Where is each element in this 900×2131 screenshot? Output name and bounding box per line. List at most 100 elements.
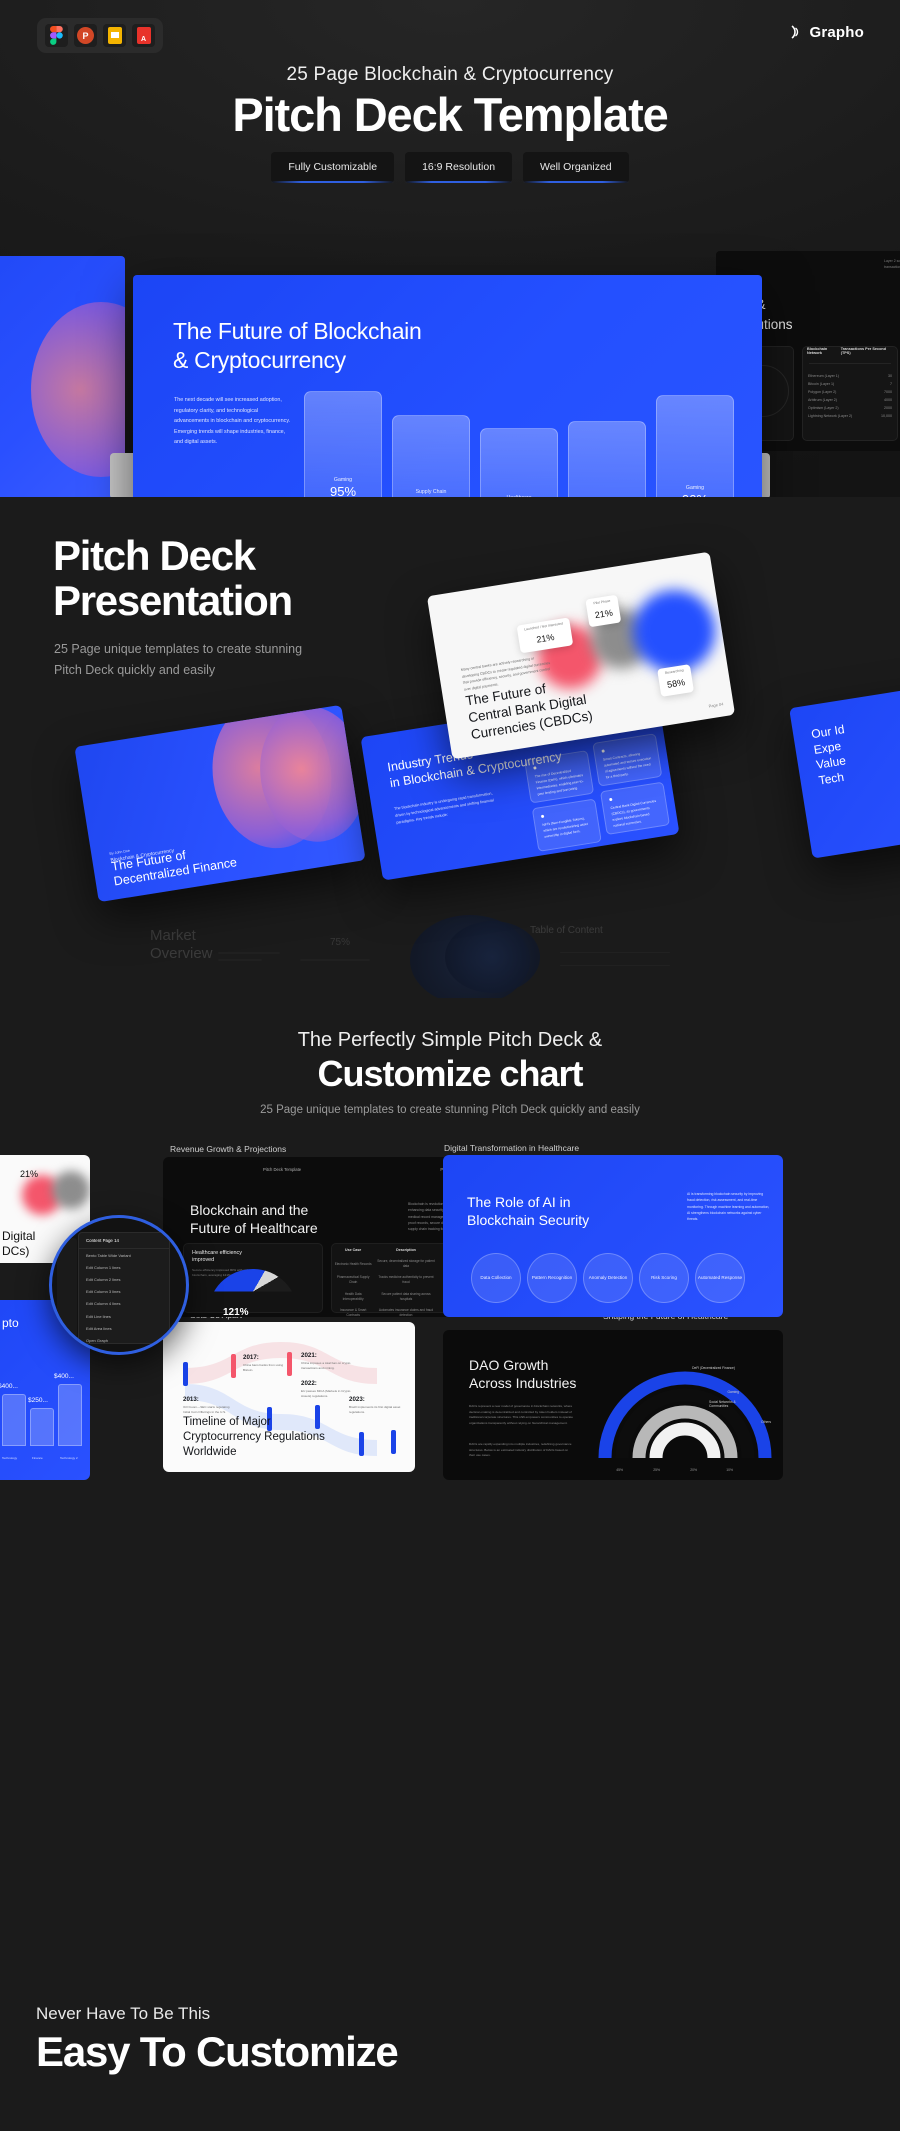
edge-bar (58, 1384, 82, 1446)
ghost-bar (300, 959, 370, 961)
timeline-desc: China imposes a total ban on crypto tran… (301, 1361, 351, 1371)
section3-title: Customize chart (317, 1053, 583, 1094)
timeline-year: 2023: (349, 1396, 365, 1403)
arc-value-gaming: 25% (653, 1468, 660, 1472)
section3-subtitle: 25 Page unique templates to create stunn… (260, 1104, 640, 1116)
arc-label-defi: DeFi (Decentralized Finance) (692, 1366, 735, 1370)
edge-bar-value: $400... (54, 1373, 74, 1380)
step-circle-anomaly-detection[interactable]: Anomaly Detection (583, 1253, 633, 1303)
step-circle-data-collection[interactable]: Data Collection (471, 1253, 521, 1303)
powerpoint-glyph: P (77, 27, 94, 44)
ghost-bar (218, 952, 280, 954)
caption-revenue: Revenue Growth & Projections (170, 1144, 287, 1154)
bar-after[interactable]: Gaming 90% (656, 395, 734, 497)
badge-fully-customizable[interactable]: Fully Customizable (271, 152, 395, 183)
edge-pct: 21% (20, 1169, 39, 1179)
arc-label-social: Social Networks & Communities (709, 1400, 736, 1408)
edge-bar (30, 1408, 54, 1446)
presentation-section: Pitch Deck Presentation 25 Page unique t… (0, 497, 900, 998)
card-title: DAO Growth Across Industries (469, 1357, 577, 1392)
bubble-label-pilot: Pilot Phase 21% (585, 594, 622, 628)
edge-bar-label: Technology (2, 1456, 18, 1460)
card-paragraph: AI is transforming blockchain security b… (687, 1192, 770, 1222)
brand-logo[interactable]: Grapho (782, 22, 864, 42)
card-ai-blockchain-security[interactable]: The Role of AI in Blockchain Security AI… (443, 1155, 783, 1317)
timeline-desc: Brazil implements its first digital asse… (349, 1405, 401, 1415)
figma-icon[interactable] (45, 24, 68, 47)
ghost-toc: Table of Content (530, 925, 603, 936)
bar-after[interactable]: Real Estate 85% (568, 421, 646, 497)
step-circle-pattern-recognition[interactable]: Pattern Recognition (527, 1253, 577, 1303)
gradient-orb (31, 302, 125, 477)
menu-item[interactable]: Edit Column 2 lines (79, 1273, 169, 1285)
card-paragraph-2: DAOs are rapidly expanding into multiple… (469, 1442, 572, 1458)
menu-item[interactable]: Edit Column 3 lines (79, 1286, 169, 1298)
gauge-value: 121% (223, 1307, 249, 1317)
arc-value-social: 20% (690, 1468, 697, 1472)
gauge-title: Healthcare efficiency improved (192, 1250, 242, 1264)
badge-well-organized[interactable]: Well Organized (523, 152, 629, 183)
timeline-year: 2017: (243, 1354, 259, 1361)
card-footer-left: Pitch Deck Template (263, 1167, 302, 1172)
hero-slide-preview[interactable]: The Future of Blockchain & Cryptocurrenc… (133, 275, 762, 497)
menu-item[interactable]: Open Graph (79, 1334, 169, 1346)
menu-item[interactable]: Edit Area lines (79, 1322, 169, 1334)
timeline-year: 2021: (301, 1352, 317, 1359)
slide-cbdc[interactable]: Launched / Not Interested 21% Pilot Phas… (426, 551, 736, 760)
timeline-marker (391, 1430, 396, 1454)
pdf-icon[interactable]: A (132, 24, 155, 47)
card-dao-growth[interactable]: DAO Growth Across Industries DAOs repres… (443, 1330, 783, 1480)
step-circle-risk-scoring[interactable]: Risk Scoring (639, 1253, 689, 1303)
edge-bar-label: Technology 2 (60, 1456, 78, 1460)
chart-column: Gaming 95% 50% (304, 391, 382, 497)
arc-label-gaming: Gaming (727, 1390, 739, 1394)
magnifier-toolbar (57, 1238, 77, 1338)
timeline-year: 2013: (183, 1396, 199, 1403)
background-slide-right-para: Layer 2 scaling solutions for blockchain… (884, 259, 900, 269)
card-title: The Role of AI in Blockchain Security (467, 1194, 590, 1229)
card-timeline-regulations[interactable]: 2013: ICO boom—SEC starts regulating Ini… (163, 1322, 415, 1472)
chart-column: Gaming 90% 40% (656, 391, 734, 497)
card-title: Timeline of Major Cryptocurrency Regulat… (183, 1416, 325, 1459)
google-slides-icon[interactable] (103, 24, 126, 47)
section3-eyebrow: The Perfectly Simple Pitch Deck & (297, 1029, 603, 1051)
bar-after[interactable]: Gaming 95% (304, 391, 382, 497)
menu-item[interactable]: Edit Column 4 lines (79, 1298, 169, 1310)
timeline-desc: China bans banks from using Bitcoin. (243, 1363, 284, 1373)
timeline-desc: EU passes MiCA (Markets in Crypto Assets… (301, 1389, 351, 1399)
section2-subtitle: 25 Page unique templates to create stunn… (54, 642, 303, 677)
bullet-dot-icon (533, 766, 537, 770)
menu-item[interactable]: Edit Column 1 lines (79, 1261, 169, 1273)
badge-resolution[interactable]: 16:9 Resolution (405, 152, 513, 183)
edge-label: pto (2, 1316, 19, 1330)
bullet-dot-icon (601, 749, 605, 753)
bar-after[interactable]: Supply Chain 85% (392, 415, 470, 497)
section4-eyebrow: Never Have To Be This (36, 2004, 211, 2023)
arc-value-others: 10% (726, 1468, 733, 1472)
slides-glyph (107, 27, 122, 44)
magnifier-loupe[interactable]: Content Page 14 Bento Table Wide Variant… (49, 1215, 189, 1355)
powerpoint-icon[interactable]: P (74, 24, 97, 47)
menu-item[interactable]: Edit Line lines (79, 1310, 169, 1322)
trend-card[interactable]: NFTs (Non-Fungible Tokens), which are re… (531, 798, 602, 852)
slide-decentralized-finance[interactable]: By John Doe Blockchain & Cryptocurrency … (74, 704, 366, 903)
section4-title: Easy To Customize (36, 2028, 399, 2075)
trend-card[interactable]: The rise of Decentralized Finance (DeFi)… (524, 750, 595, 804)
ghost-bar (560, 952, 670, 953)
ghost-bar (218, 959, 262, 961)
context-menu[interactable]: Content Page 14 Bento Table Wide Variant… (78, 1232, 170, 1344)
trend-card[interactable]: Central Bank Digital Currencies (CBDCs),… (599, 781, 671, 836)
step-circle-automated-response[interactable]: Automated Response (695, 1253, 745, 1303)
edge-bar-value: $250... (28, 1397, 48, 1404)
background-slide-left: ce (0, 256, 125, 497)
trend-card[interactable]: Smart Contracts, allowing automated and … (592, 733, 663, 787)
timeline-marker (231, 1354, 236, 1378)
hero-slide-body: The next decade will see increased adopt… (174, 397, 291, 446)
ghost-bar (560, 965, 670, 966)
menu-item[interactable]: Bento Table Wide Variant (79, 1249, 169, 1261)
card-paragraph-1: DAOs represent a new model of governance… (469, 1404, 573, 1426)
landing-page: P A Grapho 25 Page Blockchain & Cryptocu… (0, 0, 900, 2131)
edge-title: Digital DCs) (2, 1229, 36, 1258)
bar-after[interactable]: Healthcare 80% (480, 428, 558, 497)
slide-our-ideas[interactable]: Our Id Expe Value Tech (789, 683, 900, 859)
